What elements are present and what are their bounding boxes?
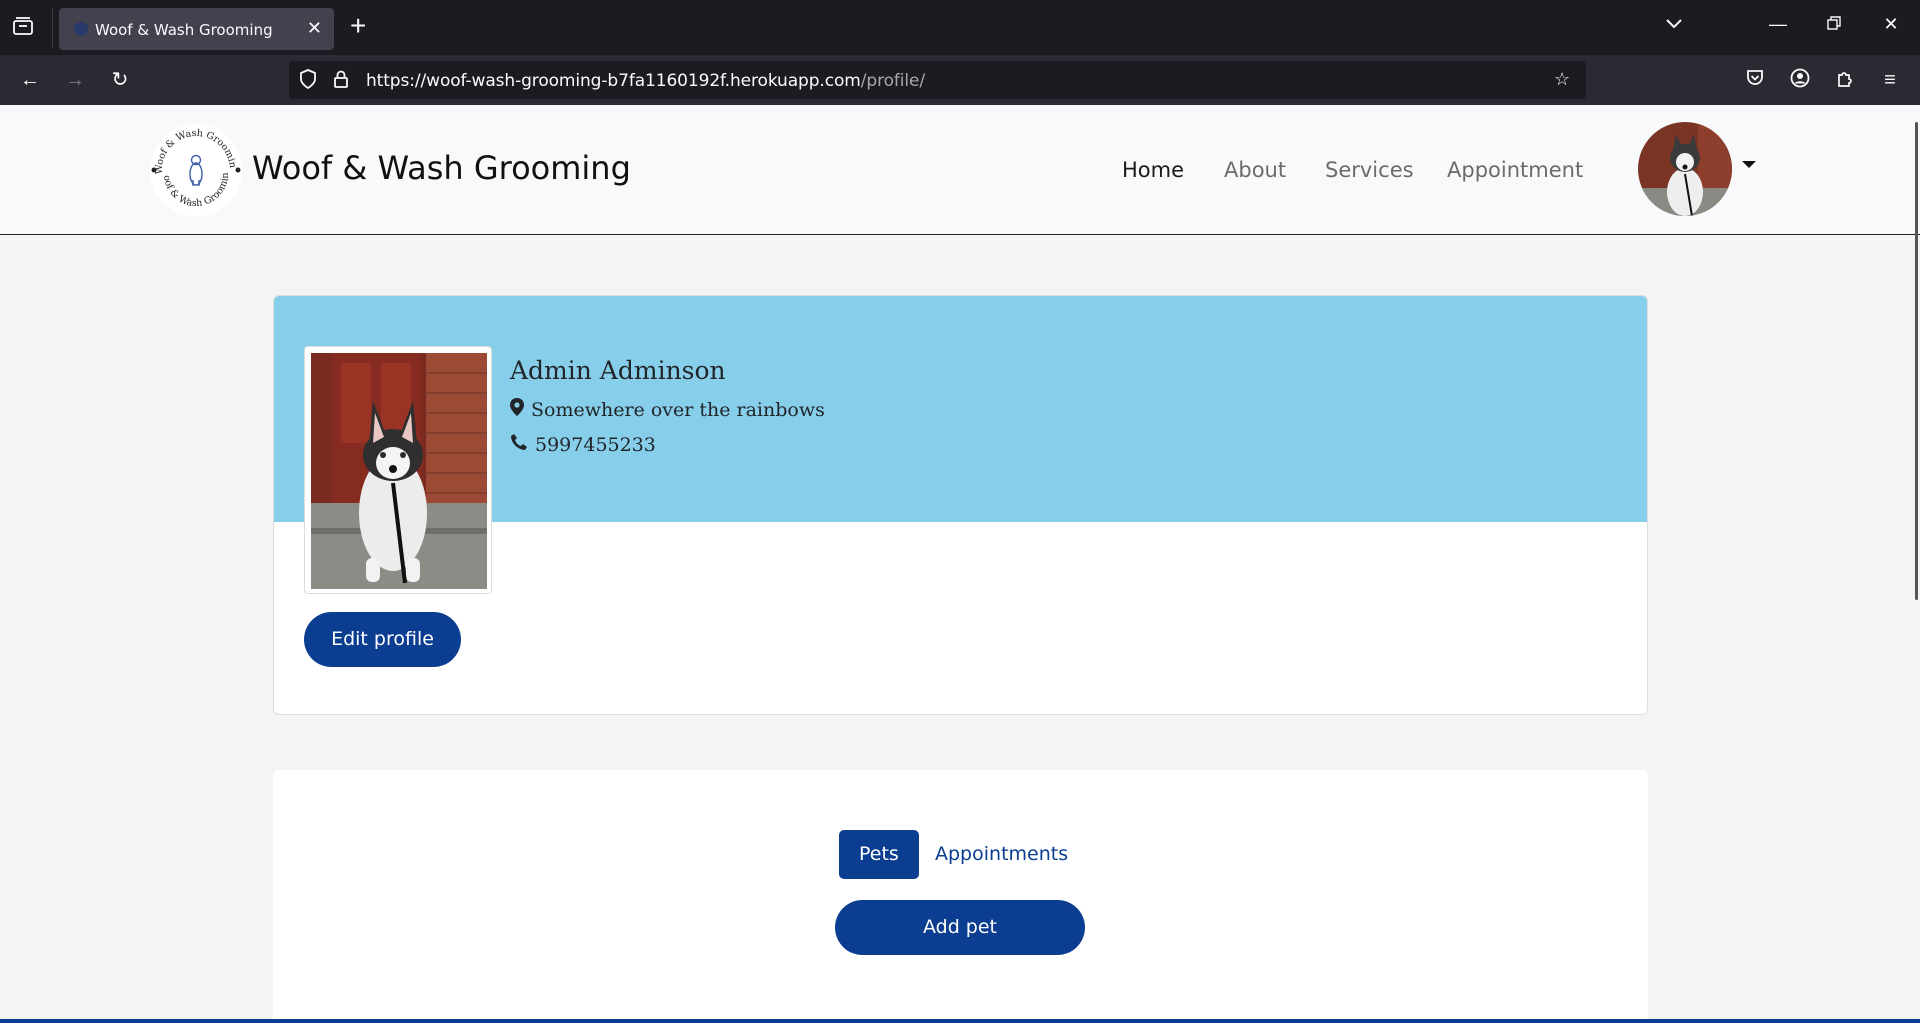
extensions-icon[interactable] (1833, 68, 1857, 92)
account-icon[interactable] (1788, 68, 1812, 92)
tab-title: Woof & Wash Grooming (95, 21, 273, 39)
profile-name: Admin Adminson (510, 356, 726, 385)
brand-logo[interactable]: Woof & Wash Grooming Woof & Wash Groomin… (143, 114, 244, 218)
close-tab-icon[interactable]: ✕ (307, 18, 322, 39)
tabs-card: Pets Appointments Add pet (273, 770, 1648, 1023)
reload-icon[interactable]: ↻ (108, 68, 132, 92)
page: Woof & Wash Grooming Woof & Wash Groomin… (0, 105, 1920, 1023)
edit-profile-button[interactable]: Edit profile (304, 612, 461, 667)
pocket-icon[interactable] (1743, 68, 1767, 92)
nav-about[interactable]: About (1224, 158, 1286, 182)
nav-services[interactable]: Services (1325, 158, 1414, 182)
tab-divider (52, 8, 53, 48)
browser-tab[interactable]: Woof & Wash Grooming ✕ (59, 8, 334, 50)
add-pet-button[interactable]: Add pet (835, 900, 1085, 955)
close-window-icon[interactable]: ✕ (1879, 14, 1903, 35)
menu-icon[interactable]: ≡ (1878, 68, 1902, 92)
profile-location: Somewhere over the rainbows (510, 398, 825, 421)
page-bottom-edge (0, 1019, 1920, 1023)
tab-pets[interactable]: Pets (839, 830, 919, 879)
tab-list-icon[interactable] (12, 16, 38, 40)
browser-tabbar: Woof & Wash Grooming ✕ + — ✕ (0, 0, 1920, 55)
url-host: https://woof-wash-grooming-b7fa1160192f.… (366, 71, 861, 91)
favicon-icon (74, 22, 88, 36)
new-tab-icon[interactable]: + (350, 12, 366, 40)
bookmark-star-icon[interactable]: ☆ (1554, 69, 1570, 90)
user-menu-caret-icon[interactable] (1742, 161, 1756, 168)
nav-appointment[interactable]: Appointment (1447, 158, 1583, 182)
list-all-tabs-icon[interactable] (1662, 14, 1686, 35)
phone-icon (510, 433, 530, 456)
profile-location-text: Somewhere over the rainbows (531, 399, 825, 421)
profile-photo-frame (304, 346, 492, 594)
url-path: /profile/ (860, 71, 926, 91)
lock-icon[interactable] (333, 69, 349, 94)
profile-card: Admin Adminson Somewhere over the rainbo… (273, 295, 1648, 715)
map-marker-icon (510, 398, 526, 421)
restore-icon[interactable] (1822, 14, 1846, 35)
nav-home[interactable]: Home (1122, 158, 1184, 182)
back-icon[interactable]: ← (18, 68, 42, 92)
url-bar[interactable]: https://woof-wash-grooming-b7fa1160192f.… (289, 61, 1586, 99)
profile-photo (311, 353, 487, 589)
tab-appointments[interactable]: Appointments (915, 830, 1088, 879)
shield-icon[interactable] (299, 69, 317, 94)
user-avatar[interactable] (1638, 122, 1732, 216)
site-header: Woof & Wash Grooming Woof & Wash Groomin… (0, 105, 1920, 235)
forward-icon[interactable]: → (63, 68, 87, 92)
page-scrollbar[interactable] (1915, 122, 1918, 600)
minimize-icon[interactable]: — (1766, 14, 1790, 35)
brand-name[interactable]: Woof & Wash Grooming (252, 149, 631, 187)
profile-phone: 5997455233 (510, 433, 656, 456)
profile-phone-text: 5997455233 (535, 434, 656, 456)
url-text: https://woof-wash-grooming-b7fa1160192f.… (366, 71, 925, 91)
browser-toolbar: ← → ↻ https://woof-wash-grooming-b7fa116… (0, 55, 1920, 105)
